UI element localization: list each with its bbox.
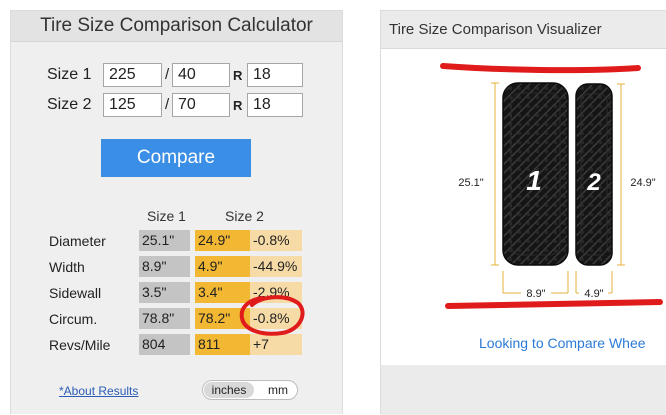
size1-value: 3.5" <box>139 282 190 303</box>
size2-value: 811 <box>195 334 250 355</box>
size2-ratio-input[interactable] <box>172 93 230 117</box>
units-mm-option[interactable]: mm <box>259 382 297 398</box>
column-header-size1: Size 1 <box>147 208 186 224</box>
result-row-width: Width 8.9" 4.9" -44.9% <box>11 256 342 278</box>
difference-value: -0.8% <box>250 308 302 329</box>
size1-label: Size 1 <box>47 66 92 83</box>
result-label: Revs/Mile <box>49 337 111 353</box>
size1-value: 804 <box>139 334 190 355</box>
size1-r-label: R <box>233 68 243 83</box>
difference-value: -0.8% <box>250 230 302 251</box>
result-label: Width <box>49 259 85 275</box>
difference-value: -2.9% <box>250 282 302 303</box>
visualizer-title: Tire Size Comparison Visualizer <box>381 11 666 49</box>
size2-row: Size 2 / R <box>11 93 342 117</box>
result-label: Circum. <box>49 311 98 327</box>
size1-width-input[interactable] <box>103 63 162 87</box>
tire-1-width-label: 8.9" <box>526 288 545 299</box>
size1-value: 8.9" <box>139 256 190 277</box>
result-label: Sidewall <box>49 285 102 301</box>
result-row-revs-per-mile: Revs/Mile 804 811 +7 <box>11 334 342 356</box>
units-toggle[interactable]: inches mm <box>202 380 298 400</box>
about-results-link[interactable]: *About Results <box>59 384 138 398</box>
result-label: Diameter <box>49 233 106 249</box>
size2-slash: / <box>165 96 170 113</box>
size2-value: 24.9" <box>195 230 250 251</box>
diameter-left-label: 25.1" <box>458 177 483 189</box>
result-row-sidewall: Sidewall 3.5" 3.4" -2.9% <box>11 282 342 304</box>
result-row-circumference: Circum. 78.8" 78.2" -0.8% <box>11 308 342 330</box>
visualizer-panel: Tire Size Comparison Visualizer 1 2 25.1… <box>380 10 666 415</box>
calculator-panel: Tire Size Comparison Calculator Size 1 /… <box>10 10 343 414</box>
size1-value: 78.8" <box>139 308 190 329</box>
size2-value: 4.9" <box>195 256 250 277</box>
calculator-title: Tire Size Comparison Calculator <box>11 11 342 42</box>
diameter-right-label: 24.9" <box>630 177 655 189</box>
size1-value: 25.1" <box>139 230 190 251</box>
size1-row: Size 1 / R <box>11 63 342 87</box>
size2-width-input[interactable] <box>103 93 162 117</box>
difference-value: +7 <box>250 334 302 355</box>
size2-value: 3.4" <box>195 282 250 303</box>
result-row-diameter: Diameter 25.1" 24.9" -0.8% <box>11 230 342 252</box>
compare-wheel-link[interactable]: Looking to Compare Whee <box>479 335 646 351</box>
compare-button[interactable]: Compare <box>101 139 251 177</box>
difference-value: -44.9% <box>250 256 302 277</box>
size2-rim-input[interactable] <box>247 93 303 117</box>
size1-rim-input[interactable] <box>247 63 303 87</box>
diameter-left-dimension-line <box>491 82 499 266</box>
size1-slash: / <box>165 66 170 83</box>
visualizer-footer <box>381 365 666 415</box>
tire-2-number: 2 <box>586 169 601 196</box>
diameter-right-dimension-line <box>617 83 625 266</box>
units-inches-option[interactable]: inches <box>204 382 254 398</box>
column-header-size2: Size 2 <box>225 208 264 224</box>
size2-r-label: R <box>233 98 243 113</box>
tire-visualization: 1 2 25.1" 24.9" 8.9" 4.9" <box>458 82 656 299</box>
size2-value: 78.2" <box>195 308 250 329</box>
tire-1-number: 1 <box>526 165 542 196</box>
size2-label: Size 2 <box>47 96 92 113</box>
size1-ratio-input[interactable] <box>172 63 230 87</box>
tire-2-width-label: 4.9" <box>584 288 603 299</box>
